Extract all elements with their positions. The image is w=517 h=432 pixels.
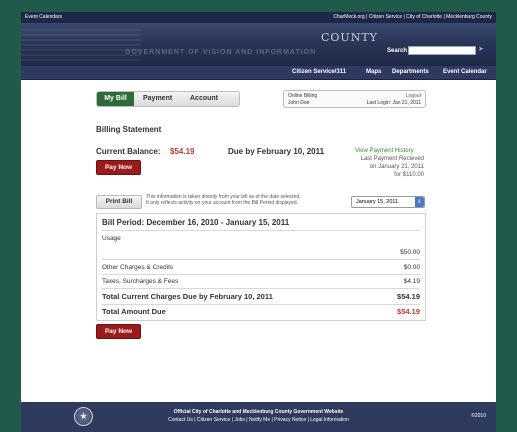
total-current-amount: $54.19 xyxy=(397,292,420,301)
usage-amount: $50.00 xyxy=(400,249,420,256)
print-note: This information is taken directly from … xyxy=(146,194,346,206)
copyright: ©2010 xyxy=(471,413,486,419)
event-calendars-link[interactable]: Event Calendars xyxy=(25,12,62,23)
select-arrows-icon: ⇕ xyxy=(415,197,424,207)
nav-event-calendar[interactable]: Event Calendar xyxy=(443,66,487,79)
billing-statement-heading: Billing Statement xyxy=(96,125,162,134)
last-payment-line: Last Payment Recieved xyxy=(360,156,424,162)
banner-tagline: GOVERNMENT OF VISION AND INFORMATION xyxy=(125,49,317,56)
search-go-icon[interactable]: ➤ xyxy=(478,46,486,54)
search-label: Search xyxy=(387,48,408,54)
view-payment-history-link[interactable]: View Payment History xyxy=(355,148,414,154)
last-payment-date: on January 21, 2011 xyxy=(369,164,424,170)
other-charges-amount: $0.00 xyxy=(403,264,420,271)
bill-date-select[interactable]: January 15, 2011 ⇕ xyxy=(351,196,425,208)
logout-link[interactable]: Logout xyxy=(406,93,421,99)
divider xyxy=(102,274,420,275)
total-due-amount: $54.19 xyxy=(397,307,420,316)
site-footer: ★ Official City of Charlotte and Mecklen… xyxy=(21,402,496,432)
print-note-line: It only reflects activity on your accoun… xyxy=(146,200,299,206)
utility-links[interactable]: CharMeck.org | Citizen Service | City of… xyxy=(333,12,492,23)
footer-links[interactable]: Contact Us | Citizen Service | Jobs | No… xyxy=(21,417,496,423)
footer-title: Official City of Charlotte and Mecklenbu… xyxy=(173,409,344,415)
bill-period-title: Bill Period: December 16, 2010 - January… xyxy=(102,218,290,227)
utility-bar: Event Calendars CharMeck.org | Citizen S… xyxy=(21,12,496,23)
pay-now-button-bottom[interactable]: Pay Now xyxy=(96,324,141,339)
divider xyxy=(102,288,420,289)
site-banner: GOVERNMENT OF VISION AND INFORMATION COU… xyxy=(21,23,496,66)
divider xyxy=(102,259,420,260)
last-payment-amount: for $110.00 xyxy=(394,172,424,178)
nav-maps[interactable]: Maps xyxy=(366,66,381,79)
usage-label: Usage xyxy=(102,235,121,242)
tab-payment[interactable]: Payment xyxy=(143,92,172,106)
divider xyxy=(102,304,420,305)
total-current-label: Total Current Charges Due by February 10… xyxy=(102,292,273,301)
last-payment-info: Last Payment Recieved on January 21, 201… xyxy=(324,155,424,179)
county-logo-text: COUNTY xyxy=(321,31,378,44)
due-date-text: Due by February 10, 2011 xyxy=(228,147,325,156)
tab-account[interactable]: Account xyxy=(190,92,218,106)
bill-tabs: My Bill Payment Account xyxy=(96,91,240,107)
page-frame: Event Calendars CharMeck.org | Citizen S… xyxy=(21,12,496,432)
nav-citizen-service[interactable]: Citizen Service/311 xyxy=(292,66,346,79)
main-nav: Citizen Service/311 Maps Departments Eve… xyxy=(21,66,496,80)
tab-my-bill[interactable]: My Bill xyxy=(97,92,134,106)
account-user-name: John Doe xyxy=(288,100,310,106)
pay-now-button-top[interactable]: Pay Now xyxy=(96,160,141,175)
total-due-label: Total Amount Due xyxy=(102,307,166,316)
taxes-amount: $4.19 xyxy=(403,278,420,285)
bill-date-value: January 15, 2011 xyxy=(356,199,399,205)
print-bill-button[interactable]: Print Bill xyxy=(96,195,142,209)
nav-departments[interactable]: Departments xyxy=(392,66,429,79)
other-charges-label: Other Charges & Credits xyxy=(102,264,174,271)
banner-decoration xyxy=(21,29,141,61)
bill-details-table: Bill Period: December 16, 2010 - January… xyxy=(96,213,426,321)
taxes-label: Taxes, Surcharges & Fees xyxy=(102,278,179,285)
account-info-box: Online Billing John Doe Logout Last Logi… xyxy=(283,90,426,108)
online-billing-label: Online Billing xyxy=(288,93,318,99)
divider xyxy=(102,230,420,231)
last-login-text: Last Login: Jan 21, 2011 xyxy=(366,100,421,106)
current-balance-label: Current Balance: xyxy=(96,147,161,156)
search-input[interactable] xyxy=(408,46,476,55)
current-balance-amount: $54.19 xyxy=(170,147,195,156)
